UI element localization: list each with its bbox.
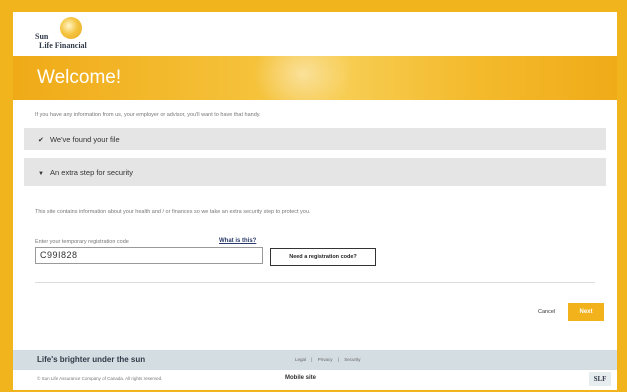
what-is-this-link[interactable]: What is this? — [219, 238, 256, 244]
brand-name-line2: Life Financial — [39, 41, 87, 50]
page-frame: Sun Life Financial Welcome! If you have … — [13, 12, 617, 390]
divider — [35, 282, 595, 283]
section-extra-security[interactable]: ▼ An extra step for security — [24, 158, 606, 186]
sun-icon — [60, 17, 82, 39]
cancel-link[interactable]: Cancel — [538, 309, 555, 315]
security-info-text: This site contains information about you… — [35, 209, 311, 215]
copyright-text: © Sun Life Assurance Company of Canada. … — [37, 376, 163, 381]
check-icon: ✔ — [38, 137, 44, 144]
mobile-site-link[interactable]: Mobile site — [285, 375, 316, 381]
section-file-found[interactable]: ✔ We've found your file — [24, 128, 606, 150]
need-registration-code-button[interactable]: Need a registration code? — [270, 248, 376, 266]
footer-separator: | — [337, 357, 339, 362]
footer-tagline-bar: Life's brighter under the sun Legal | Pr… — [13, 350, 617, 370]
registration-code-input[interactable]: C99I828 — [35, 247, 263, 264]
triangle-down-icon: ▼ — [38, 171, 44, 177]
footer: Life's brighter under the sun Legal | Pr… — [13, 350, 617, 390]
sun-rays-decoration — [253, 56, 353, 100]
footer-links: Legal | Privacy | Security — [295, 357, 364, 362]
footer-tagline: Life's brighter under the sun — [37, 355, 146, 364]
registration-code-label: Enter your temporary registration code — [35, 239, 129, 245]
section-extra-security-label: ▼ An extra step for security — [38, 168, 133, 177]
intro-text: If you have any information from us, you… — [35, 112, 261, 118]
privacy-link[interactable]: Privacy — [318, 357, 333, 362]
footer-bottom-bar: © Sun Life Assurance Company of Canada. … — [13, 370, 617, 390]
footer-separator: | — [311, 357, 313, 362]
section-file-found-label: ✔ We've found your file — [38, 135, 120, 144]
security-link[interactable]: Security — [344, 357, 360, 362]
slf-badge: SLF — [589, 372, 611, 386]
brand-name-line1: Sun — [35, 32, 49, 41]
page-title: Welcome! — [37, 67, 122, 88]
next-button[interactable]: Next — [568, 303, 604, 321]
legal-link[interactable]: Legal — [295, 357, 306, 362]
welcome-banner: Welcome! — [13, 56, 617, 100]
sun-life-logo[interactable]: Sun Life Financial — [25, 15, 165, 55]
